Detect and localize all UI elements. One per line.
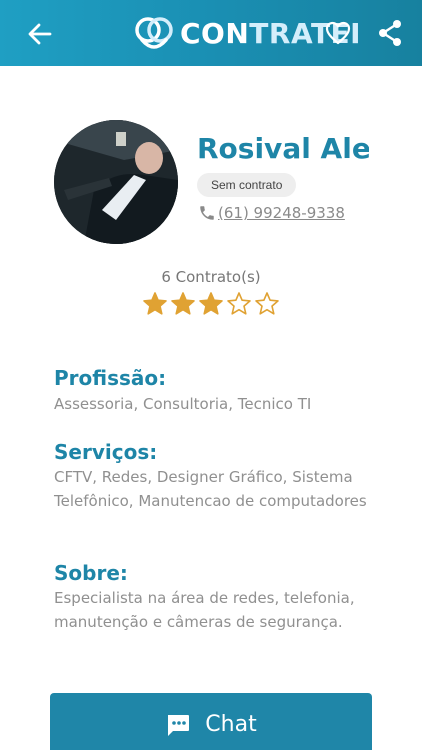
profession-title: Profissão: [54,366,167,390]
share-icon[interactable] [377,19,403,47]
logo-icon [135,17,173,49]
phone-link[interactable]: (61) 99248-9338 [198,204,345,222]
services-title: Serviços: [54,440,158,464]
about-title: Sobre: [54,561,128,585]
services-text: CFTV, Redes, Designer Gráfico, Sistema T… [54,468,367,510]
phone-number[interactable]: (61) 99248-9338 [218,204,345,222]
star-filled-icon [199,292,223,315]
chat-icon [168,715,190,736]
rating-stars [142,291,282,317]
star-empty-icon [255,292,279,315]
star-empty-icon [227,292,251,315]
contracts-count: 6 Contrato(s) [161,268,261,286]
arrow-left-icon[interactable] [26,20,54,48]
avatar-photo [54,120,178,244]
status-badge: Sem contrato [197,173,297,197]
logo-text-con: CON [180,17,250,50]
star-filled-icon [143,292,167,315]
chat-button[interactable]: Chat [50,693,372,750]
profile-name: Rosival Alek [197,132,369,165]
about-text: Especialista na área de redes, telefonia… [54,589,355,631]
chat-label[interactable]: Chat [205,711,256,739]
heart-icon[interactable] [325,20,351,46]
star-filled-icon [171,292,195,315]
app-bar: CONTRATEI [0,0,422,66]
phone-icon [200,206,214,220]
avatar [54,120,178,244]
profession-text: Assessoria, Consultoria, Tecnico TI [54,395,312,413]
